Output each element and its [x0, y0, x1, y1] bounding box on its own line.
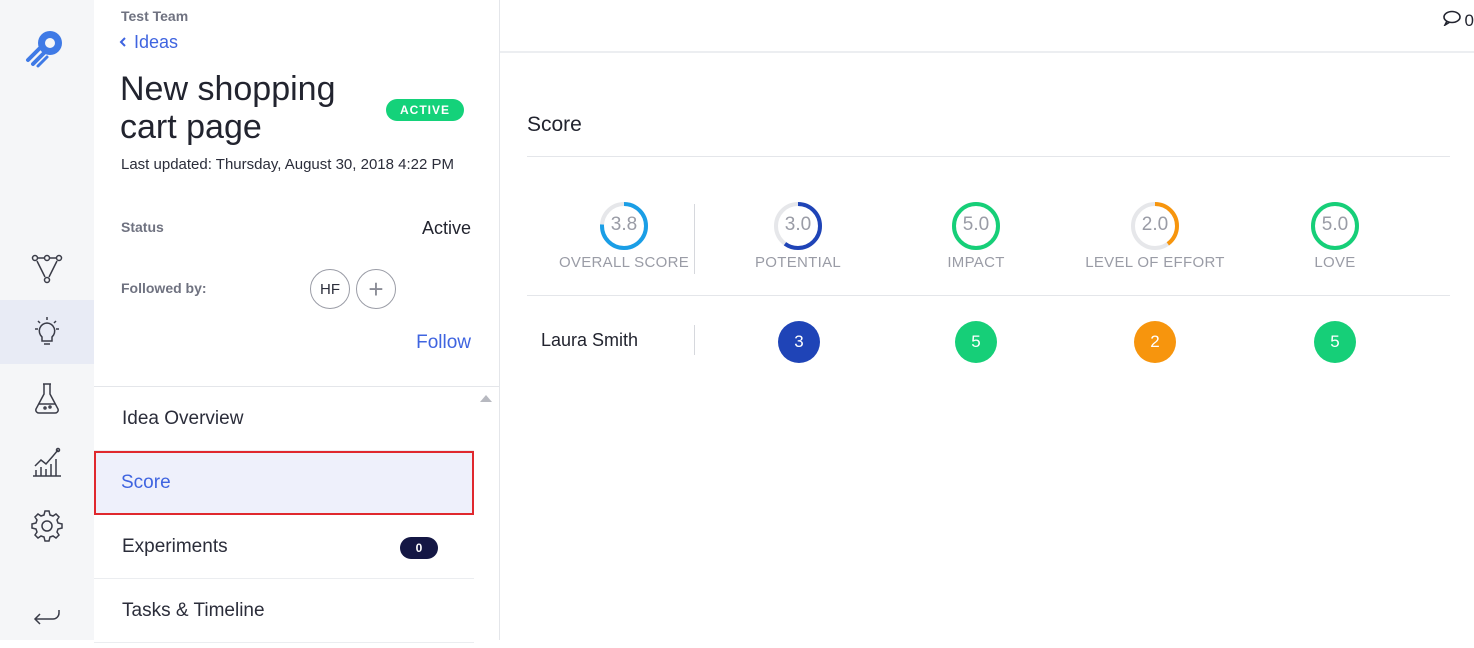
- chevron-left-icon: [118, 32, 128, 53]
- score-label: LEVEL OF EFFORT: [1085, 254, 1225, 271]
- comment-icon: [1442, 10, 1462, 31]
- team-name: Test Team: [121, 8, 189, 24]
- status-label: Status: [121, 219, 164, 235]
- love-score: 5.0 LOVE: [1245, 200, 1425, 271]
- divider: [527, 156, 1450, 157]
- experiments-count-badge: 0: [400, 537, 438, 559]
- idea-menu: Idea Overview Score Experiments 0 Tasks …: [94, 386, 500, 643]
- score-ring: 2.0: [1129, 200, 1181, 252]
- comments-button[interactable]: 0: [1442, 10, 1474, 31]
- nav-experiments[interactable]: [0, 366, 94, 430]
- return-icon: [29, 598, 65, 634]
- idea-panel: Test Team Ideas New shopping cart page A…: [94, 0, 500, 643]
- flask-icon: [29, 380, 65, 416]
- last-updated: Last updated: Thursday, August 30, 2018 …: [121, 156, 455, 173]
- nav-ideas[interactable]: [0, 300, 94, 364]
- column-separator: [694, 325, 695, 355]
- lightbulb-icon: [29, 314, 65, 350]
- voter-name: Laura Smith: [541, 330, 639, 350]
- vote-potential: 3: [778, 321, 820, 363]
- comment-count: 0: [1464, 10, 1474, 30]
- menu-item-idea-overview[interactable]: Idea Overview: [94, 387, 474, 451]
- vote-level-of-effort: 2: [1134, 321, 1176, 363]
- score-value: 5.0: [1321, 214, 1349, 235]
- score-value: 5.0: [962, 214, 990, 235]
- score-ring: 5.0: [950, 200, 1002, 252]
- idea-title: New shopping cart page: [120, 70, 336, 146]
- back-link-label: Ideas: [134, 32, 179, 52]
- top-bar: 0: [500, 0, 1474, 53]
- avatar[interactable]: HF: [310, 269, 350, 309]
- status-badge: ACTIVE: [386, 99, 465, 121]
- menu-item-experiments[interactable]: Experiments 0: [94, 515, 474, 579]
- flow-icon: [29, 250, 65, 286]
- score-value: 3.0: [784, 214, 812, 235]
- score-value: 3.8: [610, 214, 638, 235]
- level-of-effort-score: 2.0 LEVEL OF EFFORT: [1065, 200, 1245, 271]
- vote-impact: 5: [955, 321, 997, 363]
- rocket-logo-icon[interactable]: [24, 26, 68, 70]
- nav-insights[interactable]: [0, 430, 94, 494]
- section-title: Score: [527, 113, 582, 136]
- score-ring: 3.8: [598, 200, 650, 252]
- divider: [527, 295, 1450, 296]
- menu-item-label: Idea Overview: [122, 407, 244, 429]
- impact-score: 5.0 IMPACT: [886, 200, 1066, 271]
- score-ring: 3.0: [772, 200, 824, 252]
- score-value: 2.0: [1141, 214, 1169, 235]
- add-follower-button[interactable]: +: [356, 269, 396, 309]
- back-to-ideas-link[interactable]: Ideas: [118, 32, 178, 53]
- menu-item-tasks-timeline[interactable]: Tasks & Timeline: [94, 579, 474, 643]
- vote-love: 5: [1314, 321, 1356, 363]
- scroll-up-arrow[interactable]: [480, 395, 492, 402]
- nav-flow[interactable]: [0, 236, 94, 300]
- potential-score: 3.0 POTENTIAL: [708, 200, 888, 271]
- overall-score: 3.8 OVERALL SCORE: [534, 200, 714, 271]
- score-label: POTENTIAL: [754, 254, 842, 271]
- followed-by-label: Followed by:: [121, 280, 207, 296]
- score-label: OVERALL SCORE: [558, 254, 690, 271]
- left-rail: [0, 0, 94, 640]
- menu-item-score[interactable]: Score: [94, 451, 474, 515]
- follow-button[interactable]: Follow: [416, 332, 471, 354]
- menu-item-label: Tasks & Timeline: [122, 599, 265, 621]
- nav-settings[interactable]: [0, 494, 94, 558]
- chart-icon: [29, 444, 65, 480]
- menu-item-label: Score: [121, 472, 171, 493]
- status-value[interactable]: Active: [422, 218, 471, 239]
- score-label: IMPACT: [947, 254, 1005, 271]
- menu-item-label: Experiments: [122, 535, 228, 557]
- gear-icon: [29, 508, 65, 544]
- nav-return[interactable]: [0, 584, 94, 648]
- score-label: LOVE: [1314, 254, 1356, 271]
- score-ring: 5.0: [1309, 200, 1361, 252]
